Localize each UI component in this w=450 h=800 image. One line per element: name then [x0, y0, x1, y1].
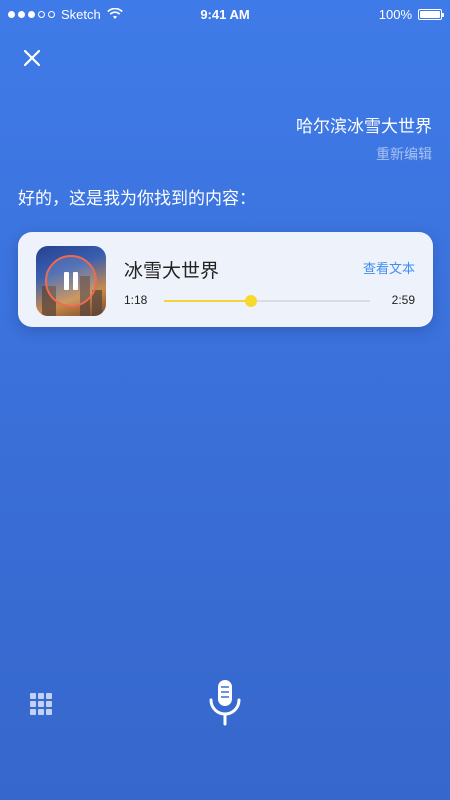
view-text-button[interactable]: 查看文本: [363, 258, 415, 277]
audio-title: 冰雪大世界: [124, 261, 220, 282]
progress-knob[interactable]: [244, 295, 257, 307]
query-text: 哈尔滨冰雪大世界: [296, 117, 432, 136]
progress-fill: [164, 300, 251, 302]
keyboard-button[interactable]: [30, 693, 52, 715]
pause-button[interactable]: [45, 255, 97, 307]
audio-card[interactable]: 冰雪大世界 查看文本 1:18 2:59: [18, 232, 433, 327]
re-edit-button[interactable]: 重新编辑: [376, 144, 432, 164]
status-right: 100%: [378, 6, 444, 22]
battery-icon: [418, 8, 444, 20]
wifi-icon: [106, 8, 123, 19]
microphone-icon: [209, 680, 241, 726]
progress-slider[interactable]: [164, 295, 370, 307]
status-bar: Sketch 9:41 AM 100%: [0, 0, 450, 28]
user-query: 哈尔滨冰雪大世界: [296, 112, 432, 137]
close-button[interactable]: [20, 46, 44, 70]
microphone-button[interactable]: [205, 678, 245, 728]
status-left: Sketch: [8, 7, 123, 22]
close-icon: [23, 49, 41, 67]
total-time: 2:59: [391, 293, 415, 307]
carrier-label: Sketch: [61, 6, 101, 22]
current-time: 1:18: [124, 293, 148, 307]
pause-icon: [62, 272, 80, 290]
album-cover: [36, 246, 106, 316]
signal-dots-icon: [8, 10, 55, 18]
battery-percent: 100%: [378, 6, 412, 22]
assistant-reply: 好的，这是我为你找到的内容：: [18, 189, 256, 208]
keyboard-grid-icon: [30, 693, 36, 699]
